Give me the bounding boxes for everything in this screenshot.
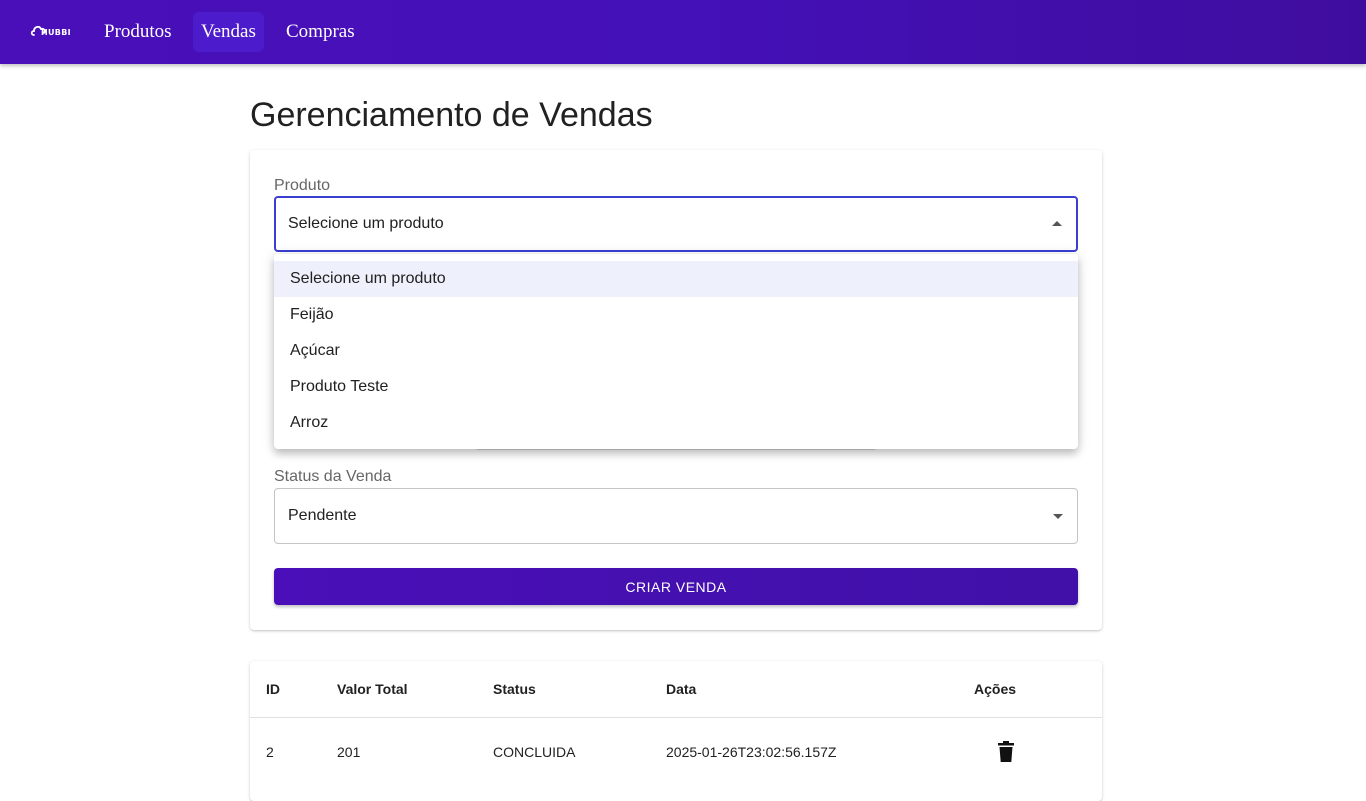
trash-icon[interactable] [996,741,1016,763]
hubbi-logo[interactable]: HUBBI [30,18,76,42]
product-select-value: Selecione um produto [288,215,444,232]
header-divider [250,717,1102,718]
nav-compras[interactable]: Compras [278,12,363,52]
menu-option-acucar[interactable]: Açúcar [274,333,1078,369]
sales-table: ID Valor Total Status Data Ações 2 201 C… [250,661,1102,801]
cell-id: 2 [266,744,274,760]
top-navbar: HUBBI Produtos Vendas Compras [0,0,1366,64]
caret-down-icon [1053,514,1063,519]
menu-option-arroz[interactable]: Arroz [274,405,1078,441]
status-label: Status da Venda [274,468,392,485]
status-select-value: Pendente [288,507,357,524]
page-title: Gerenciamento de Vendas [250,96,653,134]
nav-produtos[interactable]: Produtos [96,12,180,52]
status-select[interactable]: Pendente [274,488,1078,544]
create-sale-button[interactable]: CRIAR VENDA [274,568,1078,605]
product-select[interactable]: Selecione um produto [274,196,1078,252]
menu-option-placeholder[interactable]: Selecione um produto [274,261,1078,297]
cell-total: 201 [337,744,361,760]
product-label: Produto [274,177,331,194]
logo-text: HUBBI [41,28,71,37]
nav-vendas[interactable]: Vendas [193,12,264,52]
header-id: ID [266,681,280,697]
header-acoes: Ações [974,681,1017,697]
product-dropdown-menu: Selecione um produto Feijão Açúcar Produ… [274,254,1078,449]
caret-up-icon [1052,221,1062,226]
cell-status: CONCLUIDA [493,744,576,760]
cell-date: 2025-01-26T23:02:56.157Z [666,744,837,760]
menu-option-feijao[interactable]: Feijão [274,297,1078,333]
header-status: Status [493,681,536,697]
header-valor-total: Valor Total [337,681,408,697]
header-data: Data [666,681,697,697]
menu-option-produto-teste[interactable]: Produto Teste [274,369,1078,405]
